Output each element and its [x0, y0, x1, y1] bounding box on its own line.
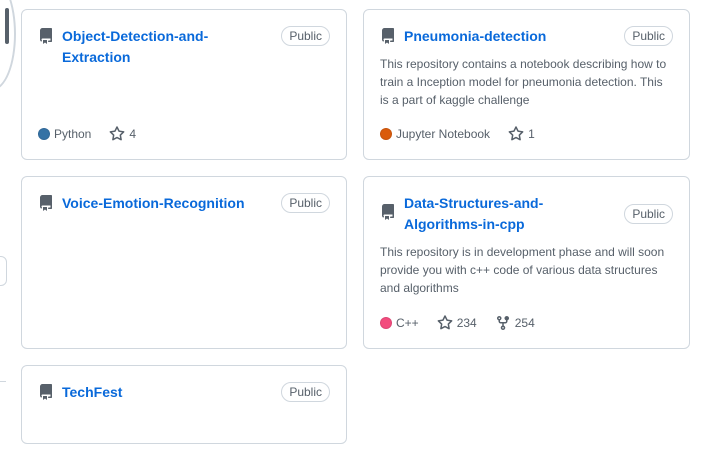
language-label: Jupyter Notebook — [396, 127, 491, 141]
pinned-repositories: Object-Detection-and-Extraction Public P… — [0, 0, 702, 462]
repo-description: This repository is in development phase … — [380, 245, 665, 295]
repo-name-link[interactable]: Voice-Emotion-Recognition — [62, 193, 256, 214]
repo-meta: C++ 234 254 — [380, 314, 553, 332]
visibility-badge: Public — [624, 204, 673, 224]
repo-card-header: Object-Detection-and-Extraction Public — [38, 26, 330, 68]
repo-card: Voice-Emotion-Recognition Public — [21, 176, 347, 349]
language-label: Python — [54, 127, 92, 141]
repo-icon — [380, 204, 396, 220]
stars-link[interactable]: 234 — [437, 314, 477, 332]
repo-icon — [380, 28, 396, 44]
fork-icon — [496, 316, 509, 331]
language-color-dot — [380, 317, 392, 329]
repo-name-link[interactable]: Object-Detection-and-Extraction — [62, 26, 256, 68]
repo-card: Pneumonia-detection Public This reposito… — [363, 9, 690, 160]
visibility-badge: Public — [281, 26, 330, 46]
star-icon — [437, 315, 453, 330]
repo-card-header: Pneumonia-detection Public — [380, 26, 673, 47]
visibility-badge: Public — [281, 382, 330, 402]
visibility-badge: Public — [281, 193, 330, 213]
language-color-dot — [380, 128, 392, 140]
repo-card-header: TechFest Public — [38, 382, 330, 403]
repo-meta: Jupyter Notebook 1 — [380, 125, 553, 143]
stars-count: 4 — [129, 127, 137, 141]
repo-meta: Python 4 — [38, 125, 154, 143]
stars-link[interactable]: 4 — [109, 125, 136, 143]
language-label: C++ — [396, 316, 419, 330]
visibility-badge: Public — [624, 26, 673, 46]
repo-language: C++ — [380, 314, 419, 332]
forks-link[interactable]: 254 — [495, 314, 535, 332]
language-color-dot — [38, 128, 50, 140]
stars-count: 234 — [456, 316, 477, 330]
repo-icon — [38, 28, 54, 44]
star-icon — [508, 126, 524, 141]
repo-name-link[interactable]: Data-Structures-and-Algorithms-in-cpp — [404, 193, 553, 235]
forks-count: 254 — [514, 316, 535, 330]
repo-description: This repository contains a notebook desc… — [380, 57, 667, 107]
star-icon — [109, 126, 125, 141]
repo-language: Jupyter Notebook — [380, 125, 490, 143]
repo-card-header: Voice-Emotion-Recognition Public — [38, 193, 330, 214]
stars-count: 1 — [528, 127, 535, 141]
repo-language: Python — [38, 125, 91, 143]
repo-name-link[interactable]: Pneumonia-detection — [404, 26, 599, 47]
repo-icon — [38, 384, 54, 400]
stars-link[interactable]: 1 — [508, 125, 535, 143]
repo-card-header: Data-Structures-and-Algorithms-in-cpp Pu… — [380, 193, 673, 235]
repo-card: Data-Structures-and-Algorithms-in-cpp Pu… — [363, 176, 690, 349]
avatar-edge — [0, 0, 16, 90]
side-panel-edge — [0, 256, 7, 286]
divider — [0, 381, 6, 382]
repo-name-link[interactable]: TechFest — [62, 382, 256, 403]
repo-card: TechFest Public — [21, 365, 347, 444]
repo-card: Object-Detection-and-Extraction Public P… — [21, 9, 347, 160]
repo-icon — [38, 195, 54, 211]
